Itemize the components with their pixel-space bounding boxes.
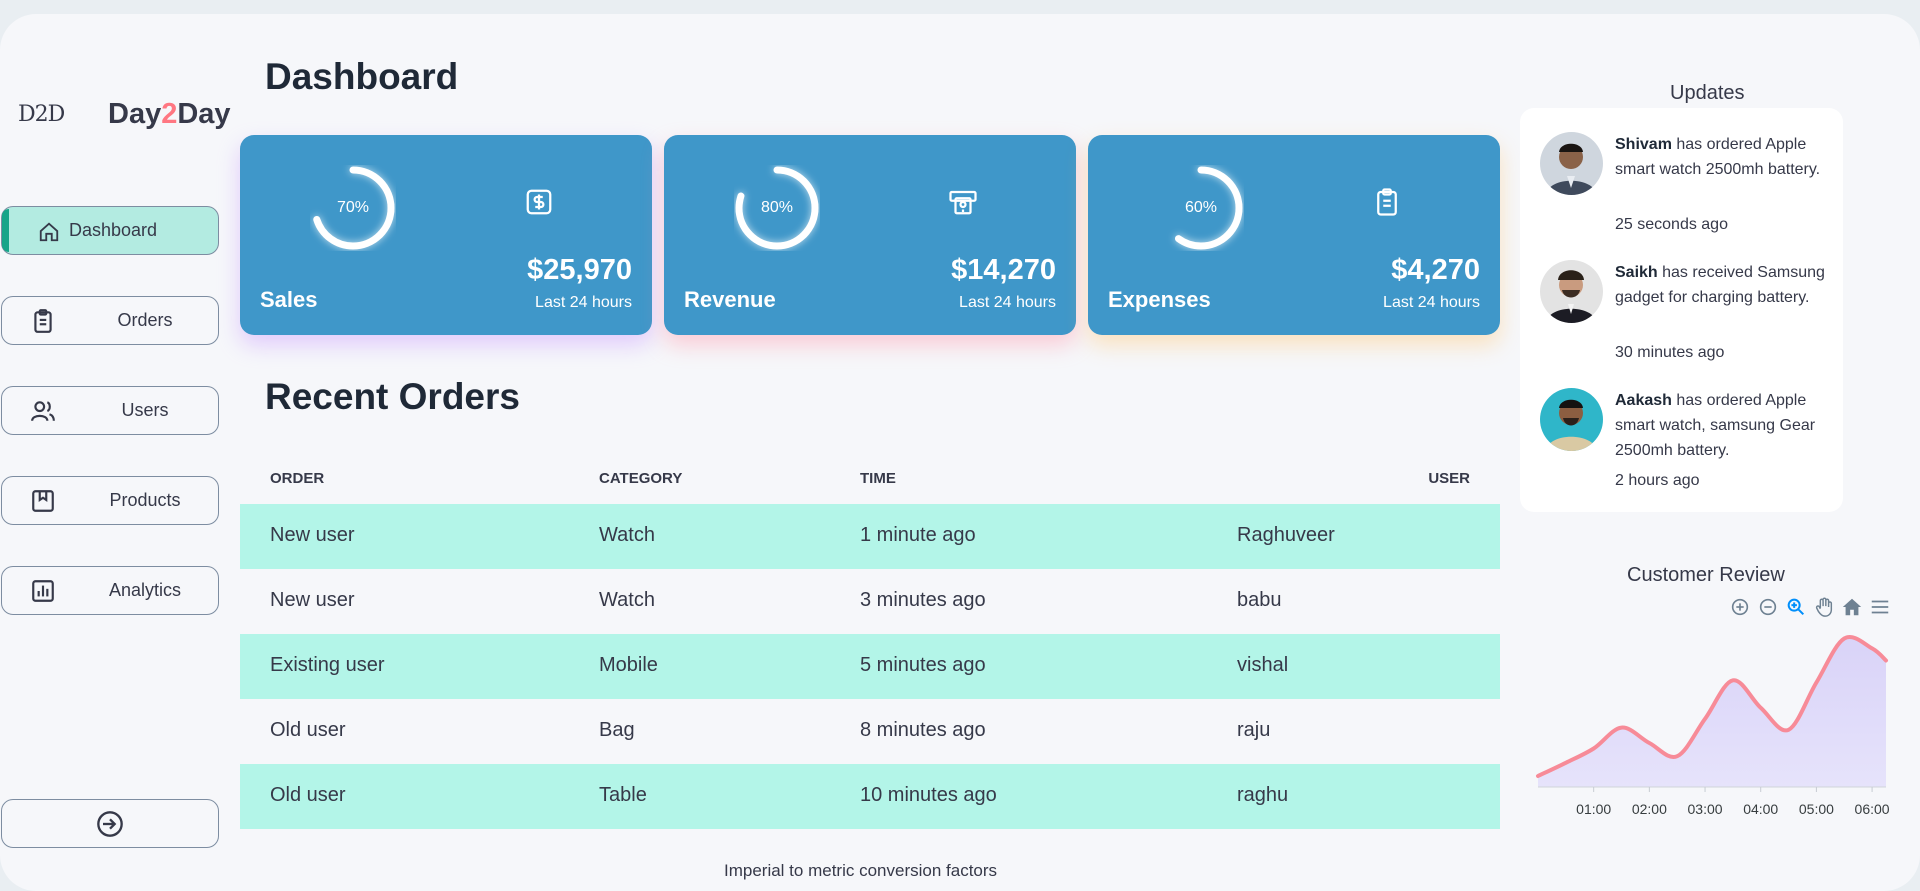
receipt-icon — [1377, 188, 1397, 216]
table-header: ORDER CATEGORY TIME USER — [240, 468, 1500, 490]
table-row[interactable]: New user Watch 3 minutes ago babu — [240, 569, 1500, 634]
logout-icon — [97, 810, 123, 837]
card-label: Revenue — [684, 287, 776, 312]
brand-mark: D2D — [18, 102, 65, 127]
x-tick-label: 04:00 — [1743, 801, 1778, 817]
bar-chart-icon — [32, 580, 54, 602]
area-fill — [1538, 636, 1886, 787]
card-subtitle: Last 24 hours — [535, 294, 632, 311]
update-message: Shivam has ordered Apple smart watch 250… — [1615, 136, 1821, 178]
revenue-card[interactable]: 80% Revenue $14,270 Last 24 hours — [664, 135, 1076, 335]
avatar — [1540, 260, 1603, 323]
x-tick-label: 06:00 — [1855, 801, 1890, 817]
x-tick-label: 01:00 — [1576, 801, 1611, 817]
sidebar-item-products[interactable]: Products — [1, 476, 219, 525]
expenses-card[interactable]: 60% Expenses $4,270 Last 24 hours — [1088, 135, 1500, 335]
sales-card[interactable]: 70% Sales $25,970 Last 24 hours — [240, 135, 652, 335]
sidebar-item-users[interactable]: Users — [1, 386, 219, 435]
user-cell: babu — [1237, 589, 1282, 611]
time-cell: 3 minutes ago — [860, 589, 986, 611]
app-frame: D2D Day2Day Dashboard Orders Users Produ… — [0, 14, 1920, 891]
card-subtitle: Last 24 hours — [959, 294, 1056, 311]
percent-label: 70% — [336, 199, 370, 216]
order-cell: Existing user — [270, 654, 385, 676]
table-row[interactable]: Existing user Mobile 5 minutes ago visha… — [240, 634, 1500, 699]
brand-name: Day2Day — [108, 98, 231, 130]
time-cell: 5 minutes ago — [860, 654, 986, 676]
time-cell: 8 minutes ago — [860, 719, 986, 741]
table-row[interactable]: Old user Table 10 minutes ago raghu — [240, 764, 1500, 829]
sidebar-item-label: Users — [121, 400, 169, 420]
sidebar-item-label: Analytics — [108, 580, 182, 600]
category-cell: Table — [599, 784, 647, 806]
logout-button[interactable] — [1, 799, 219, 848]
column-header[interactable]: USER — [1428, 470, 1470, 487]
category-cell: Watch — [599, 589, 655, 611]
section-title: Recent Orders — [265, 376, 520, 417]
time-cell: 1 minute ago — [860, 524, 976, 546]
sidebar-item-analytics[interactable]: Analytics — [1, 566, 219, 615]
update-time: 30 minutes ago — [1615, 344, 1725, 361]
user-cell: raghu — [1237, 784, 1289, 806]
column-header[interactable]: ORDER — [270, 470, 324, 487]
update-message: Saikh has received Samsung gadget for ch… — [1615, 264, 1825, 306]
user-cell: vishal — [1237, 654, 1289, 676]
x-tick-label: 02:00 — [1632, 801, 1667, 817]
update-time: 2 hours ago — [1615, 472, 1700, 489]
chart-title: Customer Review — [1627, 564, 1785, 586]
card-value: $4,270 — [1391, 254, 1480, 286]
x-tick-label: 05:00 — [1799, 801, 1834, 817]
user-cell: raju — [1237, 719, 1271, 741]
category-cell: Mobile — [599, 654, 658, 676]
card-subtitle: Last 24 hours — [1383, 294, 1480, 311]
brand-logo[interactable]: D2D Day2Day — [18, 98, 231, 131]
sidebar-item-dashboard[interactable]: Dashboard — [1, 206, 219, 255]
column-header[interactable]: CATEGORY — [599, 470, 682, 487]
table-row[interactable]: Old user Bag 8 minutes ago raju — [240, 699, 1500, 764]
sidebar-item-orders[interactable]: Orders — [1, 296, 219, 345]
card-label: Sales — [260, 287, 318, 312]
dollar-icon — [526, 189, 552, 215]
sidebar-item-label: Dashboard — [68, 220, 158, 240]
category-cell: Watch — [599, 524, 655, 546]
user-cell: Raghuveer — [1237, 524, 1335, 546]
avatar — [1540, 132, 1603, 195]
cash-icon — [949, 190, 977, 215]
table-row[interactable]: New user Watch 1 minute ago Raghuveer — [240, 504, 1500, 569]
footer-text: Imperial to metric conversion factors — [724, 861, 998, 880]
order-cell: New user — [270, 589, 355, 611]
card-label: Expenses — [1108, 287, 1211, 312]
update-message: Aakash has ordered Apple smart watch, sa… — [1615, 392, 1816, 459]
sidebar-item-label: Orders — [117, 310, 173, 330]
sidebar-item-label: Products — [109, 490, 181, 510]
page-title: Dashboard — [265, 56, 459, 97]
users-icon — [31, 401, 55, 422]
order-cell: Old user — [270, 719, 346, 741]
updates-title: Updates — [1670, 82, 1745, 104]
x-tick-label: 03:00 — [1688, 801, 1723, 817]
time-cell: 10 minutes ago — [860, 784, 997, 806]
home-icon — [39, 222, 59, 242]
order-cell: Old user — [270, 784, 346, 806]
order-cell: New user — [270, 524, 355, 546]
update-time: 25 seconds ago — [1615, 216, 1728, 233]
card-value: $14,270 — [951, 254, 1056, 286]
category-cell: Bag — [599, 719, 635, 741]
card-value: $25,970 — [527, 254, 632, 286]
percent-label: 60% — [1184, 199, 1218, 216]
column-header[interactable]: TIME — [860, 470, 896, 487]
clipboard-icon — [34, 309, 52, 333]
customer-review-chart[interactable]: 01:00 02:00 03:00 04:00 05:00 06:00 — [1530, 614, 1890, 829]
avatar — [1540, 388, 1603, 451]
bookmark-icon — [32, 490, 54, 512]
percent-label: 80% — [760, 199, 794, 216]
updates-panel: Shivam has ordered Apple smart watch 250… — [1520, 108, 1843, 512]
